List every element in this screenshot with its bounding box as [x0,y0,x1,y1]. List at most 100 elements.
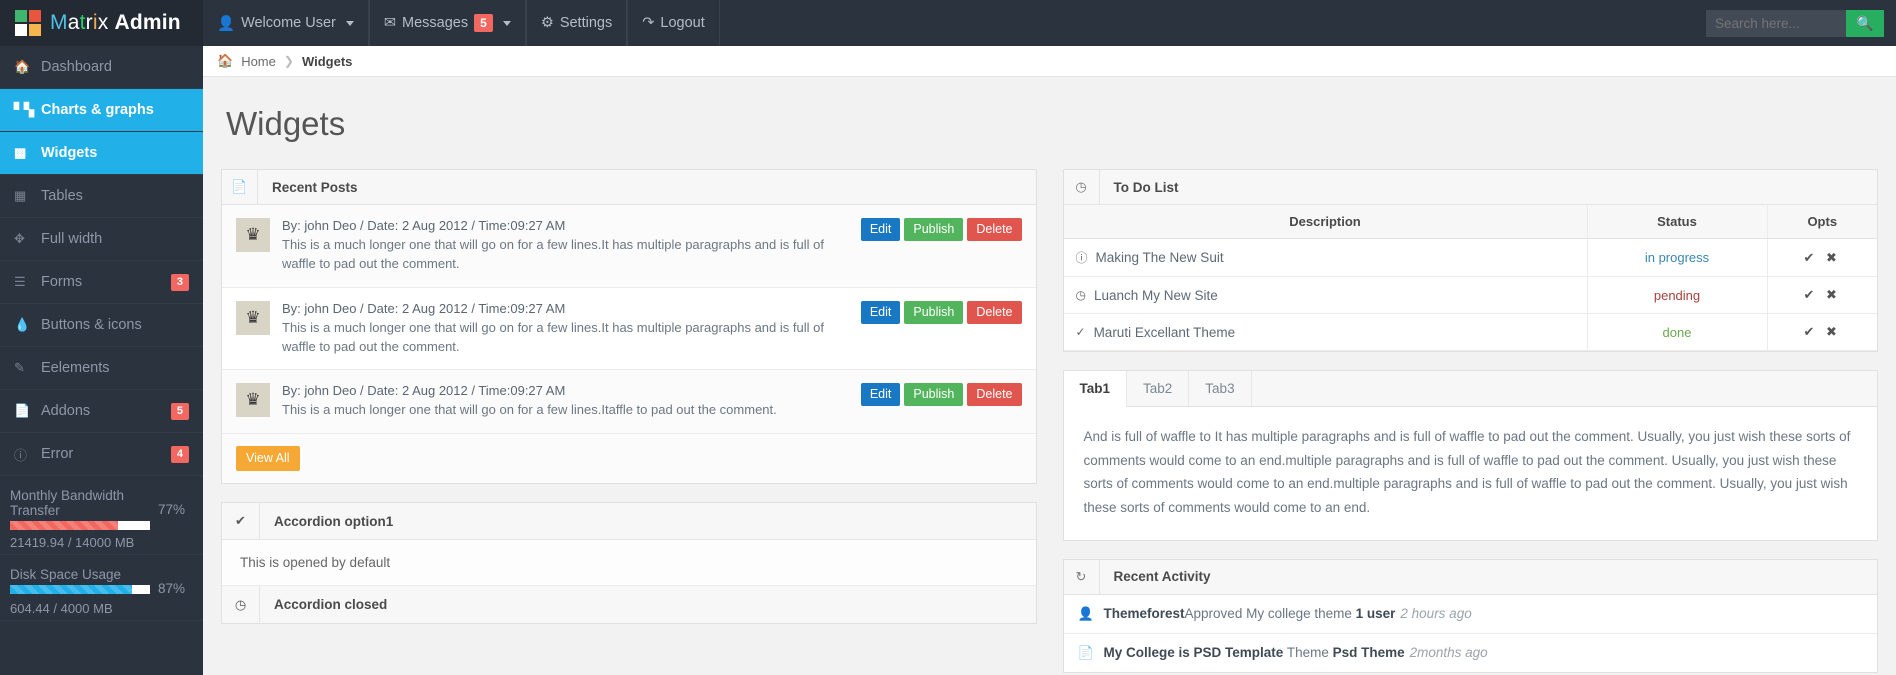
post-row: ♛ By: john Deo / Date: 2 Aug 2012 / Time… [222,205,1036,288]
sidebar-item-label: Tables [41,188,83,204]
sidebar-item-widgets[interactable]: ▩Widgets [0,132,203,175]
sidebar-item-error[interactable]: ⓘError4 [0,433,203,476]
menu-messages[interactable]: ✉ Messages 5 [369,0,526,46]
usage-detail: 21419.94 / 14000 MB [10,535,193,550]
todo-status: done [1587,314,1767,351]
sidebar-item-forms[interactable]: ☰Forms3 [0,261,203,304]
breadcrumb-home[interactable]: Home [241,54,276,69]
usage-percent: 87% [150,567,185,596]
tab-1[interactable]: Tab1 [1064,371,1128,407]
sidebar-item-tables[interactable]: ▦Tables [0,175,203,218]
messages-badge: 5 [474,14,493,32]
sidebar-link[interactable]: ▩Widgets [0,132,203,174]
activity-text: Approved My college theme [1185,606,1356,621]
sidebar-item-label: Forms [41,274,82,290]
breadcrumb-separator-icon: ❯ [284,54,294,68]
search-input[interactable] [1706,10,1846,37]
activity-subject: My College is PSD Template [1104,645,1284,660]
sidebar-link[interactable]: 💧Buttons & icons [0,304,203,346]
usage-detail: 604.44 / 4000 MB [10,601,193,616]
breadcrumb: 🏠 Home ❯ Widgets [203,46,1896,77]
check-circle-icon: ✓ [1076,325,1086,339]
todo-opts[interactable]: ✔ ✖ [1767,277,1877,314]
progress-fill [10,521,118,530]
edit-button[interactable]: Edit [861,218,901,241]
accordion-header-closed[interactable]: ◷ Accordion closed [222,586,1036,623]
post-actions: Edit Publish Delete [849,383,1022,420]
right-column: ◷ To Do List Description Status Opts [1063,169,1879,675]
chevron-down-icon [503,21,511,26]
bandwidth-usage: Monthly Bandwidth Transfer 77% 21419.94 … [0,476,203,555]
sidebar-item-fullwidth[interactable]: ✥Full width [0,218,203,261]
delete-button[interactable]: Delete [967,218,1021,241]
sidebar-link[interactable]: ✎Eelements [0,347,203,389]
sidebar-item-label: Eelements [41,360,110,376]
post-text: This is a much longer one that will go o… [282,319,849,357]
pencil-icon: ✎ [14,360,41,376]
activity-highlight: 1 user [1356,606,1396,621]
menu-settings[interactable]: ⚙ Settings [526,0,627,46]
sidebar-badge: 4 [171,446,189,463]
clock-icon: ◷ [1076,288,1086,302]
sidebar-item-label: Dashboard [41,59,112,75]
sidebar-item-charts[interactable]: ▘▚Charts & graphs [0,89,203,132]
progress-fill [10,585,132,594]
sidebar-item-label: Error [41,446,73,462]
column-description: Description [1064,205,1588,239]
top-menu: 👤 Welcome User ✉ Messages 5 ⚙ Settings ↷… [203,0,720,46]
table-row: ✓Maruti Excellant Theme done ✔ ✖ [1064,314,1878,351]
panel-footer: View All [222,434,1036,483]
file-icon: 📄 [14,403,41,419]
menu-label: Settings [560,15,612,31]
home-icon: 🏠 [217,53,233,69]
todo-opts[interactable]: ✔ ✖ [1767,314,1877,351]
sidebar-link[interactable]: ▘▚Charts & graphs [0,89,203,131]
delete-button[interactable]: Delete [967,383,1021,406]
view-all-button[interactable]: View All [236,446,300,471]
menu-label: Messages [402,15,468,31]
sidebar-link[interactable]: ⓘError4 [0,433,203,475]
sidebar-item-elements[interactable]: ✎Eelements [0,347,203,390]
todo-opts[interactable]: ✔ ✖ [1767,239,1877,277]
activity-text: Theme [1283,645,1332,660]
sidebar-link[interactable]: ▦Tables [0,175,203,217]
sidebar-link[interactable]: 🏠Dashboard [0,46,203,88]
sidebar-item-label: Widgets [41,145,97,161]
publish-button[interactable]: Publish [904,301,963,324]
sidebar-item-addons[interactable]: 📄Addons5 [0,390,203,433]
tab-2[interactable]: Tab2 [1127,371,1189,406]
sidebar-item-dashboard[interactable]: 🏠Dashboard [0,46,203,89]
activity-timestamp: 2months ago [1410,645,1488,660]
edit-button[interactable]: Edit [861,383,901,406]
search-button[interactable]: 🔍 [1846,10,1884,37]
activity-timestamp: 2 hours ago [1400,606,1471,621]
chevron-down-icon [346,21,354,26]
progress-track [10,585,150,594]
todo-description: Making The New Suit [1096,250,1224,265]
accordion-header-option1[interactable]: ✔ Accordion option1 [222,503,1036,540]
home-icon: 🏠 [14,59,41,75]
publish-button[interactable]: Publish [904,218,963,241]
publish-button[interactable]: Publish [904,383,963,406]
post-text: This is a much longer one that will go o… [282,236,849,274]
sidebar-link[interactable]: ☰Forms3 [0,261,203,303]
info-icon: ⓘ [1076,249,1088,266]
brand-logo[interactable]: Matrix Admin [0,0,203,46]
logout-icon: ↷ [642,15,654,31]
tab-3[interactable]: Tab3 [1189,371,1251,406]
admin-dashboard: Matrix Admin 🏠Dashboard ▘▚Charts & graph… [0,0,1896,675]
sidebar-link[interactable]: 📄Addons5 [0,390,203,432]
sidebar-item-buttons[interactable]: 💧Buttons & icons [0,304,203,347]
progress-track [10,521,150,530]
file-icon: 📄 [222,170,258,204]
sidebar-link[interactable]: ✥Full width [0,218,203,260]
avatar: ♛ [236,218,270,252]
post-meta: By: john Deo / Date: 2 Aug 2012 / Time:0… [282,383,849,398]
topbar: 👤 Welcome User ✉ Messages 5 ⚙ Settings ↷… [203,0,1896,46]
delete-button[interactable]: Delete [967,301,1021,324]
menu-welcome-user[interactable]: 👤 Welcome User [203,0,369,46]
edit-button[interactable]: Edit [861,301,901,324]
menu-logout[interactable]: ↷ Logout [627,0,720,46]
sidebar-item-label: Full width [41,231,102,247]
recent-posts-panel: 📄 Recent Posts ♛ By: john Deo / Date: 2 … [221,169,1037,484]
